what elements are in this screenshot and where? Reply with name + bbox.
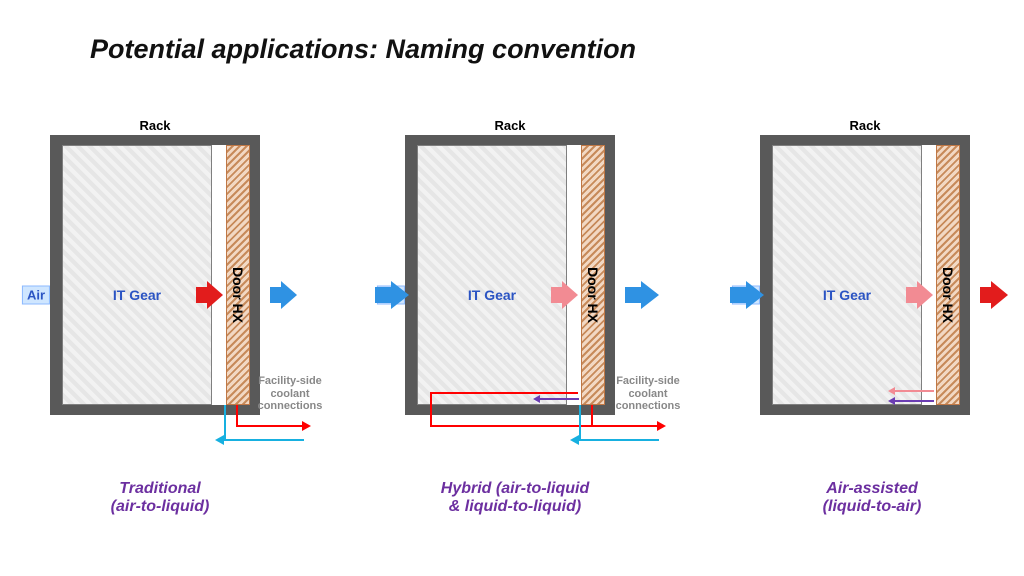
pipe-hot-arrow-2 <box>657 421 666 431</box>
coolant-line2-1: coolant <box>270 388 309 400</box>
mid-arrow-1 <box>196 281 223 309</box>
coolant-label-1: Facility-side coolant connections <box>245 375 335 413</box>
coolant-line1-1: Facility-side <box>258 375 322 387</box>
it-gear-air-assisted <box>772 145 922 405</box>
pipe-hot-drop-2 <box>591 405 593 425</box>
coolant-line3-1: connections <box>258 400 323 412</box>
pipe-cold-arrow-2 <box>570 435 579 445</box>
door-hx-label-3: Door HX <box>940 267 956 323</box>
caption-2-line1: Hybrid (air-to-liquid <box>441 480 589 497</box>
pipe-hot-out-1 <box>236 425 302 427</box>
pipe-cold-drop-2 <box>579 405 581 439</box>
slide-title: Potential applications: Naming conventio… <box>90 34 636 65</box>
it-gear-label-3: IT Gear <box>823 287 871 303</box>
caption-2: Hybrid (air-to-liquid & liquid-to-liquid… <box>441 480 589 516</box>
pipe-internal-supply-3 <box>895 390 934 392</box>
mid-arrow-2 <box>551 281 578 309</box>
pipe-hot-arrow-1 <box>302 421 311 431</box>
caption-2-line2: & liquid-to-liquid) <box>449 498 581 515</box>
caption-3-line1: Air-assisted <box>826 480 918 497</box>
outlet-arrow-3 <box>980 281 1008 309</box>
pipe-cold-drop-1 <box>224 405 226 439</box>
outlet-arrow-1 <box>270 281 297 309</box>
coolant-line3-2: connections <box>616 400 681 412</box>
pipe-cold-in-2 <box>579 439 659 441</box>
caption-1: Traditional (air-to-liquid) <box>111 480 210 516</box>
rack-label-2: Rack <box>494 118 525 133</box>
caption-3-line2: (liquid-to-air) <box>823 498 922 515</box>
mid-arrow-3 <box>906 281 933 309</box>
gap-traditional <box>212 145 226 405</box>
air-tag-1: Air <box>22 286 50 305</box>
gap-air-assisted <box>922 145 936 405</box>
pipe-hot-out-2 <box>430 425 657 427</box>
coolant-line2-2: coolant <box>628 388 667 400</box>
rack-label-3: Rack <box>849 118 880 133</box>
pipe-hot-drop-1 <box>236 405 238 425</box>
pipe-cold-in-1 <box>224 439 304 441</box>
pipe-internal-drop-2 <box>430 392 432 426</box>
it-gear-label-2: IT Gear <box>468 287 516 303</box>
coolant-line1-2: Facility-side <box>616 375 680 387</box>
door-hx-label-1: Door HX <box>230 267 246 323</box>
gap-hybrid <box>567 145 581 405</box>
coolant-label-2: Facility-side coolant connections <box>603 375 693 413</box>
pipe-return-arrow-2 <box>533 395 540 403</box>
pipe-internal-return-arrow-3 <box>888 397 895 405</box>
caption-1-line1: Traditional <box>119 480 201 497</box>
caption-3: Air-assisted (liquid-to-air) <box>823 480 922 516</box>
pipe-return-2 <box>540 398 579 400</box>
it-gear-traditional <box>62 145 212 405</box>
door-hx-label-2: Door HX <box>585 267 601 323</box>
rack-label-1: Rack <box>139 118 170 133</box>
pipe-cold-arrow-1 <box>215 435 224 445</box>
caption-1-line2: (air-to-liquid) <box>111 498 210 515</box>
it-gear-label-1: IT Gear <box>113 287 161 303</box>
pipe-internal-supply-arrow-3 <box>888 387 895 395</box>
pipe-internal-supply-2a <box>430 392 578 394</box>
inlet-arrow-2 <box>375 281 409 309</box>
inlet-arrow-3 <box>730 281 764 309</box>
it-gear-hybrid <box>417 145 567 405</box>
outlet-arrow-2 <box>625 281 659 309</box>
pipe-internal-return-3 <box>895 400 934 402</box>
